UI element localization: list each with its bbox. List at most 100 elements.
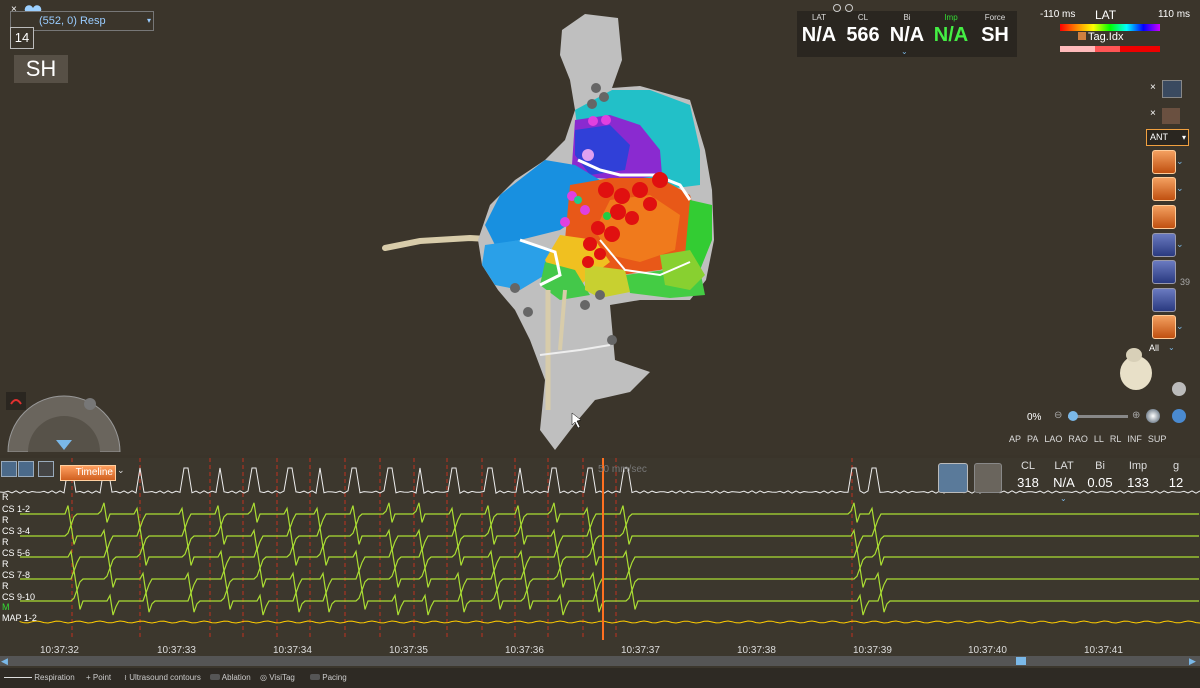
channel-label-cs12[interactable]: CS 1-2 — [2, 504, 30, 514]
anatomy-map[interactable] — [0, 0, 1200, 455]
chevron-down-icon[interactable]: ⌄ — [1176, 239, 1184, 250]
chevron-down-icon[interactable]: ⌄ — [1176, 156, 1184, 167]
stat-label: LAT — [811, 13, 827, 22]
channel-label-map12[interactable]: MAP 1-2 — [2, 613, 37, 623]
cs-trace — [20, 567, 1199, 594]
stat-value: N/A — [1053, 475, 1075, 490]
strip-stat-g: g 12 — [1156, 460, 1196, 490]
channel-prefix: R — [2, 581, 9, 591]
stat-value: N/A — [889, 24, 925, 46]
time-tick: 10:37:39 — [853, 645, 892, 656]
view-select[interactable]: ANT ▾ — [1146, 129, 1189, 146]
stat-label: Imp — [944, 13, 958, 22]
channel-prefix: M — [2, 602, 10, 612]
globe-icon[interactable] — [1146, 409, 1160, 423]
layers-icon[interactable] — [1162, 80, 1182, 98]
heart-orientation-icon[interactable] — [1114, 345, 1158, 393]
stat-label: g — [1172, 460, 1180, 472]
hand-icon[interactable] — [974, 463, 1002, 493]
tag-icon — [1078, 32, 1086, 40]
scroll-left-icon[interactable]: ◀ — [1, 656, 8, 667]
map-id-text: (552, 0) Resp — [39, 15, 106, 27]
view-buttons: AP PA LAO RAO LL RL INF SUP — [1009, 434, 1172, 444]
view-lao[interactable]: LAO — [1044, 434, 1062, 444]
grid-icon[interactable] — [1162, 108, 1180, 124]
view-rao[interactable]: RAO — [1068, 434, 1088, 444]
chevron-down-icon[interactable]: ⌄ — [117, 465, 125, 476]
timeline-label: Timeline — [75, 467, 113, 478]
stat-imp: Imp N/A — [929, 13, 973, 47]
legend-pacing: Pacing — [310, 673, 347, 682]
chevron-down-icon[interactable]: ▾ — [147, 12, 151, 30]
point-counter[interactable]: 14 — [10, 27, 34, 49]
view-sup[interactable]: SUP — [1148, 434, 1167, 444]
freeze-strip-icon[interactable] — [38, 461, 54, 477]
channel-prefix: R — [2, 492, 9, 502]
tag-colorbar — [1060, 46, 1160, 52]
points-display-button[interactable] — [1152, 150, 1176, 174]
settings-icon[interactable] — [832, 0, 856, 12]
time-tick: 10:37:36 — [505, 645, 544, 656]
label-sh: SH — [14, 55, 68, 83]
strip-stat-imp: Imp 133 — [1118, 460, 1158, 490]
tags-display-button[interactable] — [1152, 177, 1176, 201]
strip-stats: CL 318 LAT N/A Bi 0.05 Imp 133 g 12 ⌄ — [1008, 460, 1198, 503]
channel-label-cs910[interactable]: CS 9-10 — [2, 592, 35, 602]
chevron-down-icon[interactable]: ⌄ — [901, 47, 908, 56]
side-value: 39 — [1180, 277, 1191, 287]
channel-label-cs34[interactable]: CS 3-4 — [2, 526, 30, 536]
zoom-slider-handle[interactable] — [1068, 411, 1078, 421]
view-ap[interactable]: AP — [1009, 434, 1021, 444]
zoom-in-icon[interactable]: ⊕ — [1132, 410, 1140, 421]
time-tick: 10:37:34 — [273, 645, 312, 656]
reset-view-icon[interactable] — [1172, 382, 1186, 396]
lesion-display-button[interactable] — [1152, 315, 1176, 339]
zoom-strip-icon[interactable] — [1, 461, 17, 477]
view-rl[interactable]: RL — [1110, 434, 1122, 444]
scale-strip-icon[interactable] — [18, 461, 34, 477]
navigation-dial[interactable] — [6, 392, 122, 453]
pacing-icon — [310, 674, 320, 680]
close-icon[interactable]: × — [1150, 108, 1156, 119]
chevron-down-icon[interactable]: ⌄ — [1176, 183, 1184, 194]
time-tick: 10:37:38 — [737, 645, 776, 656]
map-display-button[interactable] — [1152, 260, 1176, 284]
zoom-out-icon[interactable]: ⊖ — [1054, 410, 1062, 421]
time-tick: 10:37:41 — [1084, 645, 1123, 656]
legend-label: Pacing — [322, 673, 347, 682]
lat-min: -110 ms — [1040, 9, 1076, 20]
scroll-right-icon[interactable]: ▶ — [1189, 656, 1196, 667]
stats-panel: LAT N/A CL 566 Bi N/A Imp N/A Force SH ⌄ — [797, 11, 1017, 57]
stat-value: 566 — [846, 24, 880, 46]
view-pa[interactable]: PA — [1027, 434, 1038, 444]
channel-label-cs78[interactable]: CS 7-8 — [2, 570, 30, 580]
channel-label-cs56[interactable]: CS 5-6 — [2, 548, 30, 558]
strip-toolbar: Timeline ⌄ — [0, 461, 130, 481]
mesh-display-button[interactable] — [1152, 233, 1176, 257]
rotate-icon[interactable] — [1172, 409, 1186, 423]
cs-trace — [20, 524, 1199, 551]
catheter-display-button[interactable] — [1152, 205, 1176, 229]
stat-value: 318 — [1017, 475, 1039, 490]
visitag-icon: ◎ — [260, 673, 267, 682]
target-icon[interactable] — [938, 463, 968, 493]
view-ll[interactable]: LL — [1094, 434, 1104, 444]
zoom-percent: 0% — [1027, 412, 1042, 423]
view-inf[interactable]: INF — [1127, 434, 1142, 444]
legend-visitag: ◎ VisiTag — [260, 673, 295, 682]
strip-stat-bi: Bi 0.05 — [1080, 460, 1120, 490]
timeline-button[interactable]: Timeline — [60, 465, 116, 481]
close-icon[interactable]: × — [1150, 82, 1156, 93]
chevron-down-icon[interactable]: ⌄ — [1168, 343, 1175, 352]
chevron-down-icon[interactable]: ⌄ — [1060, 494, 1067, 503]
stat-value: 133 — [1127, 475, 1149, 490]
scrollbar-thumb[interactable] — [1016, 657, 1026, 665]
map-viewport[interactable] — [0, 0, 1200, 455]
stat-label: Imp — [1128, 460, 1148, 472]
wave-icon: ≀ — [124, 673, 127, 682]
chevron-down-icon[interactable]: ⌄ — [1176, 321, 1184, 332]
view-select-value: ANT — [1150, 132, 1168, 142]
grid-display-button[interactable] — [1152, 288, 1176, 312]
map-trace — [19, 620, 1200, 624]
ablation-icon — [210, 674, 220, 680]
